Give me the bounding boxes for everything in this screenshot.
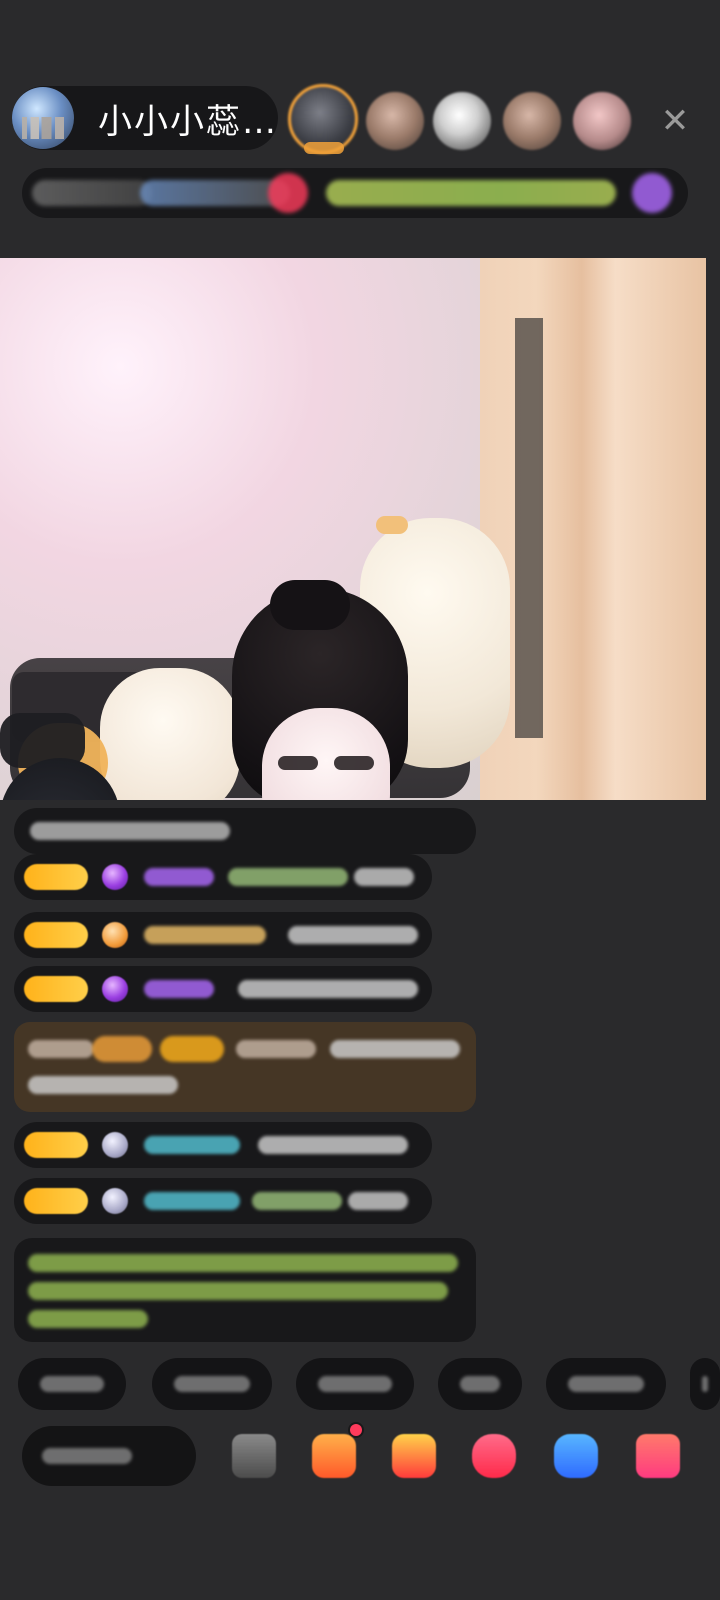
- medal-icon: [102, 922, 128, 948]
- chat-icon[interactable]: [472, 1434, 516, 1478]
- bottom-action-bar[interactable]: [0, 1418, 720, 1498]
- chat-text: [238, 980, 418, 998]
- chat-message[interactable]: [14, 966, 432, 1012]
- notice-line: [28, 1254, 458, 1272]
- video-curtain: [480, 258, 706, 800]
- user-level-badge: [24, 1188, 88, 1214]
- system-notice[interactable]: [14, 1238, 476, 1342]
- chat-text: [258, 1136, 408, 1154]
- chat-text: [30, 822, 230, 840]
- chat-username: [144, 1192, 240, 1210]
- red-envelope-icon[interactable]: [312, 1434, 356, 1478]
- viewer-avatar[interactable]: [573, 92, 631, 150]
- quick-reply-row[interactable]: [18, 1358, 720, 1412]
- gem-icon: [102, 864, 128, 890]
- streamer-eye: [278, 756, 318, 770]
- viewer-rank-badge: [304, 142, 344, 154]
- games-icon[interactable]: [554, 1434, 598, 1478]
- streamer-eye: [334, 756, 374, 770]
- chat-username: [144, 926, 266, 944]
- user-avatar-icon: [102, 1132, 128, 1158]
- host-name[interactable]: 小小小蕊…: [98, 94, 278, 143]
- viewer-avatar[interactable]: [503, 92, 561, 150]
- user-level-badge: [24, 976, 88, 1002]
- chat-message[interactable]: [14, 1122, 432, 1168]
- chat-text: [330, 1040, 460, 1058]
- quick-reply-chip[interactable]: [152, 1358, 272, 1410]
- quick-reply-chip[interactable]: [438, 1358, 522, 1410]
- quick-reply-label: [460, 1376, 500, 1392]
- chat-message[interactable]: [14, 808, 476, 854]
- video-label: [0, 258, 1, 259]
- quick-reply-label: [318, 1376, 392, 1392]
- host-info[interactable]: 小小小蕊…: [12, 86, 278, 150]
- quick-reply-chip[interactable]: [546, 1358, 666, 1410]
- user-level-badge: [24, 1132, 88, 1158]
- more-icon[interactable]: [636, 1434, 680, 1478]
- quick-reply-chip[interactable]: [18, 1358, 126, 1410]
- chat-input[interactable]: [22, 1426, 196, 1486]
- user-level-badge: [24, 922, 88, 948]
- viewer-avatar[interactable]: [366, 92, 424, 150]
- chat-text: [28, 1076, 178, 1094]
- viewer-avatar[interactable]: [433, 92, 491, 150]
- video-door: [515, 318, 543, 738]
- info-chip: [326, 180, 616, 206]
- video-plush-alpaca: [100, 668, 240, 800]
- chat-message[interactable]: [14, 912, 432, 958]
- quick-reply-label: [174, 1376, 250, 1392]
- video-stream[interactable]: [0, 258, 706, 800]
- chat-text: [354, 868, 414, 886]
- top-viewers[interactable]: [288, 84, 648, 156]
- video-plush-duck-beak: [376, 516, 408, 534]
- close-icon[interactable]: ✕: [658, 104, 692, 138]
- info-chip: [32, 180, 152, 206]
- quick-reply-label: [702, 1376, 708, 1392]
- chat-username: [144, 980, 214, 998]
- live-stream-screen: 小小小蕊… ✕: [0, 0, 720, 1600]
- chat-message[interactable]: [14, 854, 432, 900]
- host-avatar[interactable]: [12, 87, 74, 149]
- streamer-bun: [270, 580, 350, 630]
- chat-text: [236, 1040, 316, 1058]
- notification-dot: [350, 1424, 362, 1436]
- stream-info-bar[interactable]: [22, 168, 688, 218]
- quick-reply-label: [568, 1376, 644, 1392]
- chat-text: [28, 1040, 94, 1058]
- chat-text: [348, 1192, 408, 1210]
- shop-icon[interactable]: [392, 1434, 436, 1478]
- chat-message[interactable]: [14, 1178, 432, 1224]
- gem-icon: [102, 976, 128, 1002]
- gift-box-icon[interactable]: [232, 1434, 276, 1478]
- chat-username: [144, 1136, 240, 1154]
- chat-highlight[interactable]: [14, 1022, 476, 1112]
- chat-badge: [92, 1036, 152, 1062]
- chat-input-placeholder: [42, 1448, 132, 1464]
- chat-username: [144, 868, 214, 886]
- chat-badge: [160, 1036, 224, 1062]
- info-chip: [268, 173, 308, 213]
- quick-reply-label: [40, 1376, 104, 1392]
- chat-text: [252, 1192, 342, 1210]
- chat-text: [288, 926, 418, 944]
- notice-line: [28, 1310, 148, 1328]
- chat-text: [228, 868, 348, 886]
- quick-reply-chip[interactable]: [690, 1358, 720, 1410]
- quick-reply-chip[interactable]: [296, 1358, 414, 1410]
- notice-line: [28, 1282, 448, 1300]
- user-avatar-icon: [102, 1188, 128, 1214]
- info-chip: [632, 173, 672, 213]
- user-level-badge: [24, 864, 88, 890]
